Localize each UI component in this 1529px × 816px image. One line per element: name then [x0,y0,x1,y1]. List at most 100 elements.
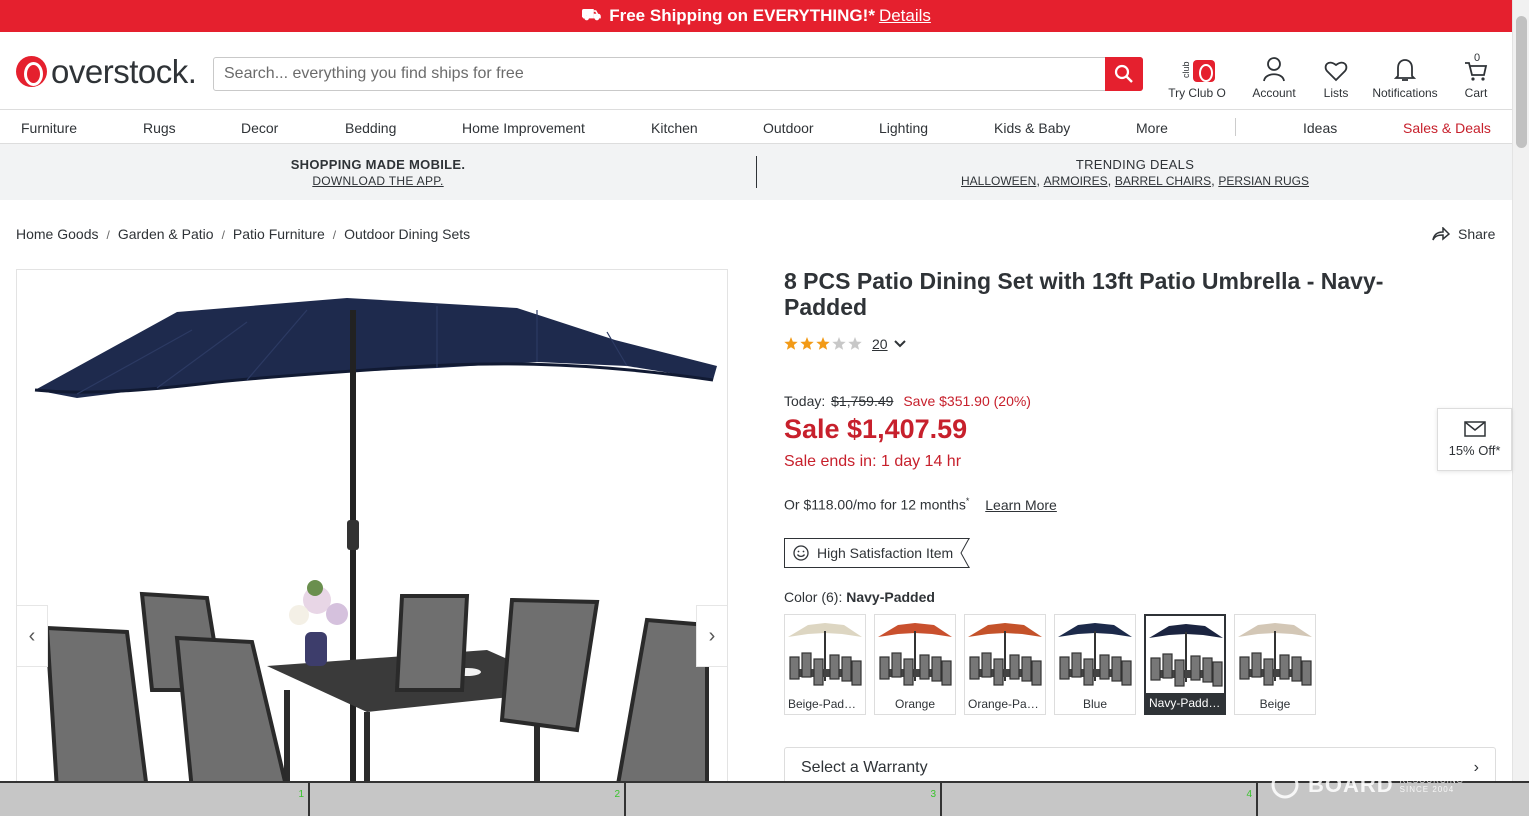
nav-item-furniture[interactable]: Furniture [21,120,77,136]
cart-count: 0 [1474,52,1481,64]
logo-o-mark [16,56,47,87]
nav-item-outdoor[interactable]: Outdoor [763,120,814,136]
overstock-logo[interactable]: overstock. [16,52,197,90]
nav-item-decor[interactable]: Decor [241,120,278,136]
try-club-o-label: Try Club O [1168,86,1226,100]
financing-offer: Or $118.00/mo for 12 months* Learn More [784,496,1057,513]
nav-item-kids-baby[interactable]: Kids & Baby [994,120,1070,136]
product-image [34,298,717,788]
share-button[interactable]: Share [1432,226,1495,242]
promo-strip: SHOPPING MADE MOBILE. DOWNLOAD THE APP. … [0,144,1512,200]
panel-cell-3[interactable]: 3 [626,783,942,816]
high-satisfaction-badge: High Satisfaction Item [784,538,970,568]
scrollbar-thumb[interactable] [1516,16,1527,148]
trending-heading: TRENDING DEALS [1075,157,1195,172]
nav-item-ideas[interactable]: Ideas [1303,120,1337,136]
trending-link-armoires[interactable]: ARMOIRES [1044,174,1108,188]
nav-divider [1235,118,1236,136]
share-label: Share [1458,226,1496,242]
search-button[interactable] [1105,57,1143,91]
cart-label: Cart [1464,86,1488,100]
color-swatch[interactable]: Beige-Padded [784,614,866,715]
breadcrumb-patio-furniture[interactable]: Patio Furniture [233,226,325,244]
page-scrollbar[interactable] [1512,0,1529,784]
panel-number: 3 [930,789,936,800]
watermark-brand: BOARD [1308,772,1394,797]
product-rating[interactable]: 20 [784,336,906,352]
swatch-thumbnail [1149,624,1223,687]
swatch-thumbnail [1238,623,1312,686]
nav-item-bedding[interactable]: Bedding [345,120,396,136]
promo-banner: ⛟ Free Shipping on EVERYTHING!* Details [0,0,1512,32]
nav-item-sales-deals[interactable]: Sales & Deals [1403,120,1491,136]
color-swatch[interactable]: Blue [1054,614,1136,715]
trending-link-barrel-chairs[interactable]: BARREL CHAIRS [1115,174,1211,188]
search-icon [1114,64,1133,83]
breadcrumb-home-goods[interactable]: Home Goods [16,226,98,244]
today-label: Today: [784,393,826,409]
lists-label: Lists [1323,86,1349,100]
color-swatch[interactable]: Orange [874,614,956,715]
gallery-next-button[interactable]: › [696,605,727,667]
color-count-label: Color (6): [784,589,843,605]
trending-deals: TRENDING DEALS HALLOWEEN, ARMOIRES, BARR… [900,157,1370,188]
notifications-button[interactable]: Notifications [1358,54,1452,100]
nav-item-kitchen[interactable]: Kitchen [651,120,698,136]
chevron-right-icon: › [1473,759,1479,776]
account-label: Account [1252,86,1296,100]
product-image-gallery[interactable]: ‹ › [16,269,728,789]
nav-item-more[interactable]: More [1136,120,1168,136]
mobile-app-promo: SHOPPING MADE MOBILE. DOWNLOAD THE APP. [278,157,478,188]
bell-icon [1394,59,1416,81]
swatch-thumbnail [1058,623,1132,686]
nav-item-rugs[interactable]: Rugs [143,120,176,136]
nav-item-lighting[interactable]: Lighting [879,120,928,136]
watermark-logo-icon [1271,771,1299,799]
shipping-truck-icon: ⛟ [581,7,602,24]
promo-details-link[interactable]: Details [879,6,931,26]
sale-ends-value: 1 day 14 hr [880,453,962,470]
cart-button[interactable]: 0 Cart [1454,52,1498,100]
gallery-prev-button[interactable]: ‹ [17,605,48,667]
logo-wordmark: overstock. [51,52,197,90]
email-discount-tab[interactable]: 15% Off* [1437,408,1512,471]
header-icons: club Try Club O Account Lists Notificati… [1160,52,1498,100]
swatch-label: Blue [1082,697,1108,711]
color-swatch[interactable]: Beige [1234,614,1316,715]
nav-item-home-improvement[interactable]: Home Improvement [462,120,585,136]
category-nav: Furniture Rugs Decor Bedding Home Improv… [0,110,1512,144]
share-icon [1432,227,1450,241]
panel-cell-2[interactable]: 2 [310,783,626,816]
trending-link-persian-rugs[interactable]: PERSIAN RUGS [1218,174,1309,188]
warranty-label: Select a Warranty [801,759,928,776]
account-button[interactable]: Account [1234,54,1314,100]
search-input[interactable] [214,58,1105,90]
watermark-tagline: RESOURCING SINCE 2004 [1400,776,1464,794]
try-club-o-button[interactable]: club Try Club O [1160,54,1234,100]
account-icon [1263,57,1285,82]
promo-text: Free Shipping on EVERYTHING!* [609,6,875,25]
color-swatch[interactable]: Navy-Padded [1144,614,1226,715]
badge-label: High Satisfaction Item [817,545,954,561]
download-app-link[interactable]: DOWNLOAD THE APP. [278,174,478,188]
lists-button[interactable]: Lists [1314,54,1358,100]
swatch-label: Orange-Padded [968,697,1045,711]
chevron-down-icon [893,340,906,348]
watermark-tag-2: SINCE 2004 [1399,785,1455,794]
mail-icon [1463,421,1486,437]
badge-notch [958,538,970,568]
color-swatch[interactable]: Orange-Padded [964,614,1046,715]
star-rating-icon [784,337,862,350]
trending-link-halloween[interactable]: HALLOWEEN [961,174,1036,188]
panel-cell-1[interactable]: 1 [0,783,310,816]
breadcrumb-outdoor-dining-sets[interactable]: Outdoor Dining Sets [344,226,470,244]
review-count-link[interactable]: 20 [872,336,888,352]
discount-label: 15% Off* [1448,443,1501,458]
breadcrumb-garden-patio[interactable]: Garden & Patio [118,226,214,244]
learn-more-link[interactable]: Learn More [985,497,1057,513]
panel-cell-4[interactable]: 4 [942,783,1258,816]
was-price: $1,759.49 [831,393,894,409]
swatch-label: Beige-Padded [788,697,865,711]
swatch-thumbnail [968,623,1042,686]
color-swatches: Beige-Padded Orange Orange-Padded Blue Navy-… [784,614,1316,715]
